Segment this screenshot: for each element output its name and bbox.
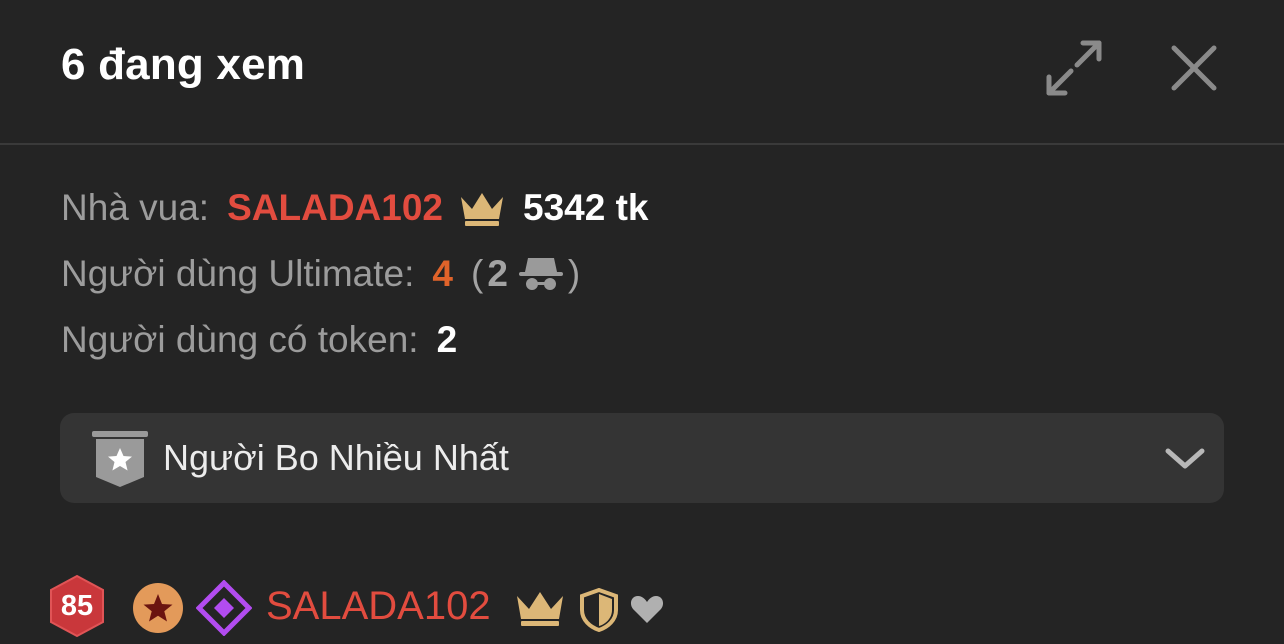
ultimate-count: 4 — [432, 253, 453, 294]
sort-dropdown[interactable]: Người Bo Nhiều Nhất — [60, 413, 1224, 503]
heart-icon — [630, 596, 664, 623]
header-divider — [0, 143, 1284, 145]
expand-button[interactable] — [1044, 38, 1104, 98]
crown-icon — [457, 189, 507, 227]
panel-header: 6 đang xem — [0, 0, 1284, 144]
king-label: Nhà vua: — [61, 187, 210, 228]
token-users-label: Người dùng có token: — [61, 319, 419, 360]
level-number: 85 — [60, 590, 94, 622]
incognito-icon — [518, 254, 564, 294]
user-name[interactable]: SALADA102 — [266, 584, 491, 629]
incognito-count: 2 — [487, 253, 508, 294]
ultimate-line: Người dùng Ultimate: 4 ( 2 ) — [61, 252, 580, 296]
diamond-badge-icon — [196, 580, 252, 636]
ultimate-label: Người dùng Ultimate: — [61, 253, 415, 294]
star-badge-icon — [92, 431, 148, 487]
close-button[interactable] — [1168, 42, 1220, 94]
viewers-panel: 6 đang xem Nhà vua: SALADA102 5342 tk Ng… — [0, 0, 1284, 644]
shield-icon — [580, 588, 618, 632]
level-badge: 85 — [46, 574, 108, 638]
king-tokens: 5342 tk — [523, 187, 649, 228]
king-name[interactable]: SALADA102 — [227, 187, 443, 229]
dropdown-selected-label: Người Bo Nhiều Nhất — [163, 437, 509, 478]
token-users-line: Người dùng có token: 2 — [61, 318, 457, 362]
token-users-count: 2 — [436, 319, 458, 360]
panel-title: 6 đang xem — [61, 40, 306, 89]
incognito-close-paren: ) — [567, 253, 581, 294]
close-icon — [1171, 45, 1217, 91]
chevron-down-icon — [1165, 448, 1205, 469]
star-badge-icon — [133, 583, 183, 633]
expand-arrows-icon — [1046, 40, 1102, 96]
incognito-open-paren: ( — [470, 253, 484, 294]
king-line: Nhà vua: SALADA102 5342 tk — [61, 186, 649, 230]
crown-icon — [517, 592, 563, 626]
